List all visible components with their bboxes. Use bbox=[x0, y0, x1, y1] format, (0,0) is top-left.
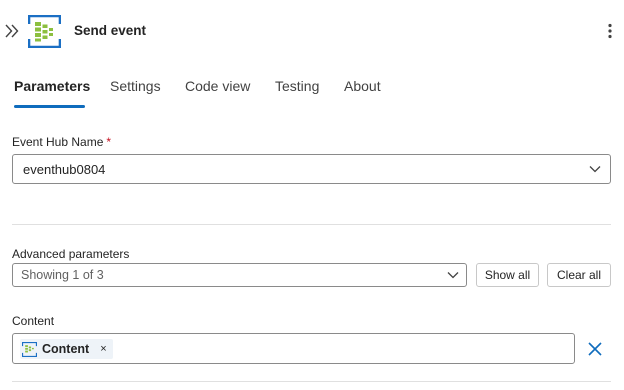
section-divider bbox=[12, 224, 611, 225]
event-hub-name-label: Event Hub Name * bbox=[12, 135, 111, 149]
bottom-divider bbox=[12, 381, 611, 382]
event-hub-name-dropdown[interactable]: eventhub0804 bbox=[12, 154, 611, 184]
tab-about[interactable]: About bbox=[344, 78, 381, 94]
tab-settings[interactable]: Settings bbox=[110, 78, 161, 94]
advanced-parameters-label: Advanced parameters bbox=[12, 247, 130, 261]
advanced-parameters-value: Showing 1 of 3 bbox=[21, 268, 104, 282]
close-icon[interactable] bbox=[586, 340, 604, 358]
page-title: Send event bbox=[74, 23, 147, 38]
remove-token-icon[interactable]: × bbox=[100, 343, 106, 355]
content-label: Content bbox=[12, 314, 55, 328]
advanced-parameters-dropdown[interactable]: Showing 1 of 3 bbox=[12, 263, 467, 287]
content-token-label: Content bbox=[42, 342, 90, 356]
more-options-icon[interactable] bbox=[602, 22, 618, 40]
content-token[interactable]: Content × bbox=[20, 339, 113, 359]
required-marker: * bbox=[106, 135, 112, 149]
active-tab-indicator bbox=[14, 105, 85, 108]
event-hub-name-value: eventhub0804 bbox=[23, 161, 106, 177]
tab-testing[interactable]: Testing bbox=[275, 78, 319, 94]
content-input[interactable]: Content × bbox=[12, 333, 575, 364]
clear-all-button[interactable]: Clear all bbox=[547, 263, 611, 287]
tab-code-view[interactable]: Code view bbox=[185, 78, 250, 94]
event-hub-name-label-text: Event Hub Name bbox=[12, 135, 104, 149]
event-hub-icon bbox=[28, 15, 61, 48]
show-all-button[interactable]: Show all bbox=[476, 263, 539, 287]
event-hub-icon bbox=[22, 341, 37, 357]
collapse-panel-icon[interactable] bbox=[4, 22, 22, 40]
tab-parameters[interactable]: Parameters bbox=[14, 78, 90, 94]
chevron-down-icon bbox=[447, 272, 459, 279]
chevron-down-icon bbox=[589, 166, 601, 173]
